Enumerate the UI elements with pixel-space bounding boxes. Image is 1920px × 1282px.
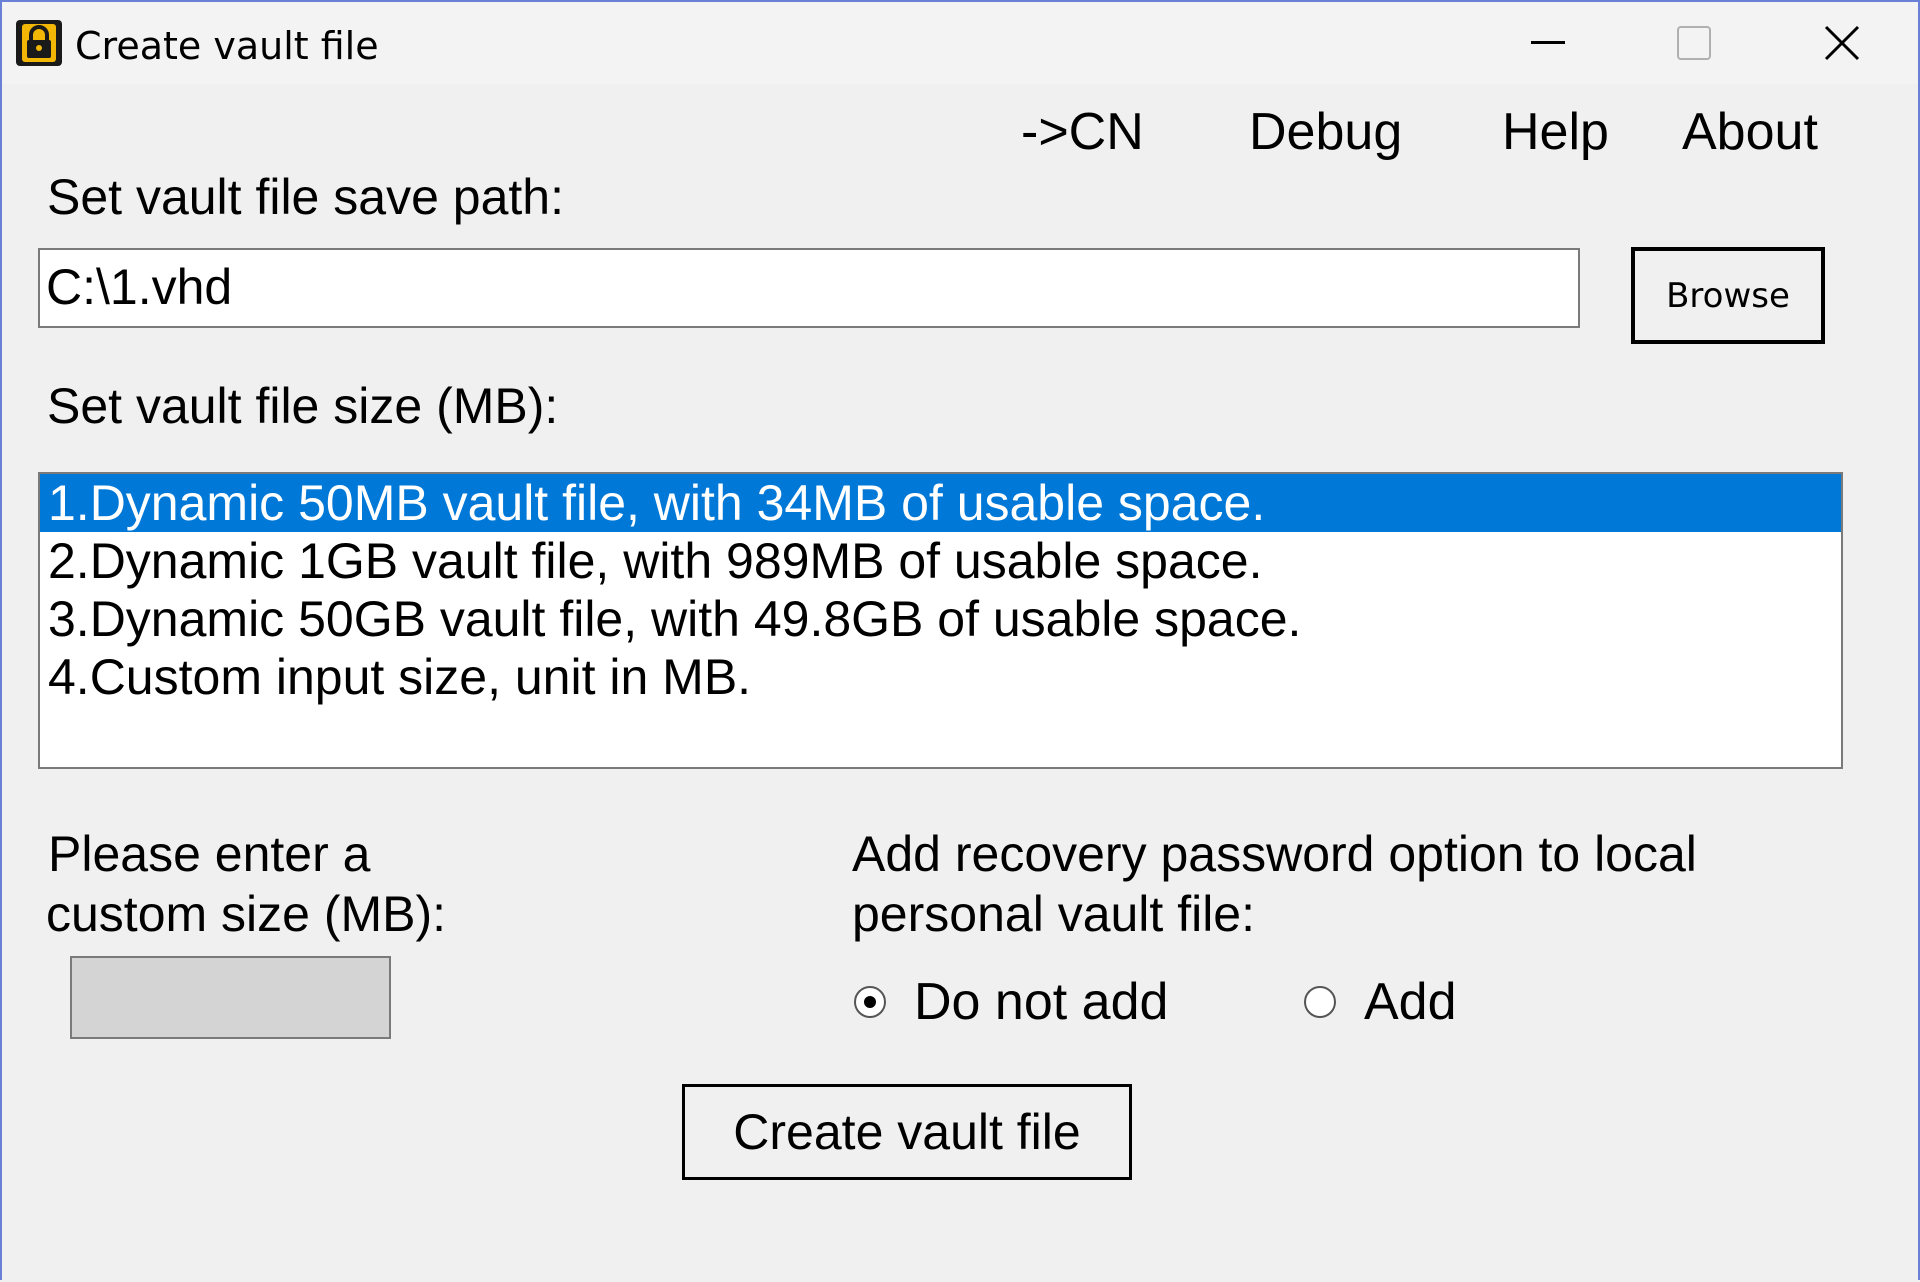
maximize-button[interactable]	[1624, 2, 1764, 84]
padlock-icon	[16, 20, 62, 66]
radio-do-not-add-label: Do not add	[914, 973, 1169, 1031]
title-bar[interactable]: Create vault file	[2, 2, 1918, 84]
save-path-input[interactable]: C:\1.vhd	[38, 248, 1580, 328]
minimize-button[interactable]	[1478, 2, 1618, 84]
save-path-label: Set vault file save path:	[47, 169, 564, 225]
menu-item-debug[interactable]: Debug	[1249, 102, 1402, 162]
size-option-custom[interactable]: 4.Custom input size, unit in MB.	[40, 648, 1841, 706]
size-option-50gb[interactable]: 3.Dynamic 50GB vault file, with 49.8GB o…	[40, 590, 1841, 648]
recovery-label-line1: Add recovery password option to local	[852, 826, 1697, 882]
custom-size-input[interactable]	[70, 956, 391, 1039]
menu-item-help[interactable]: Help	[1502, 102, 1609, 162]
radio-checked-icon	[854, 986, 886, 1018]
close-icon	[1824, 25, 1860, 61]
maximize-icon	[1677, 26, 1711, 60]
custom-size-label-line2: custom size (MB):	[46, 886, 447, 942]
size-option-1gb[interactable]: 2.Dynamic 1GB vault file, with 989MB of …	[40, 532, 1841, 590]
menu-item-about[interactable]: About	[1682, 102, 1818, 162]
size-option-50mb[interactable]: 1.Dynamic 50MB vault file, with 34MB of …	[40, 474, 1841, 532]
browse-button[interactable]: Browse	[1631, 247, 1825, 344]
close-button[interactable]	[1772, 2, 1912, 84]
menu-item-cn[interactable]: ->CN	[1021, 102, 1144, 162]
minimize-icon	[1531, 41, 1565, 44]
size-label: Set vault file size (MB):	[47, 378, 559, 434]
window-title: Create vault file	[75, 24, 379, 68]
create-vault-button[interactable]: Create vault file	[682, 1084, 1132, 1180]
radio-add[interactable]: Add	[1304, 972, 1457, 1032]
create-vault-window: Create vault file ->CN Debug Help About …	[0, 0, 1920, 1280]
size-listbox[interactable]: 1.Dynamic 50MB vault file, with 34MB of …	[38, 472, 1843, 769]
radio-unchecked-icon	[1304, 986, 1336, 1018]
radio-add-label: Add	[1364, 973, 1457, 1031]
recovery-label-line2: personal vault file:	[852, 886, 1256, 942]
save-path-value: C:\1.vhd	[46, 259, 233, 315]
custom-size-label-line1: Please enter a	[48, 826, 371, 882]
radio-do-not-add[interactable]: Do not add	[854, 972, 1168, 1032]
